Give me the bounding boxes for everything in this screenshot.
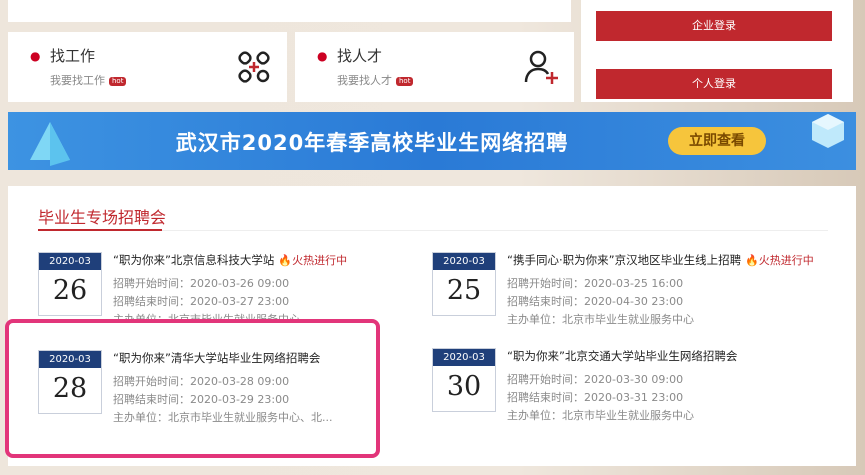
fair-title[interactable]: “职为你来”北京交通大学站毕业生网络招聘会 — [507, 348, 737, 364]
fair-end-time: 招聘结束时间：2020-03-27 23:00 — [113, 295, 290, 308]
bullet-icon: ● — [30, 49, 41, 63]
highlighted-fair-card[interactable]: 2020-03 28 “职为你来”清华大学站毕业生网络招聘会 招聘开始时间：20… — [5, 319, 380, 458]
job-grid-icon — [238, 51, 270, 83]
fair-start-time: 招聘开始时间：2020-03-26 09:00 — [113, 277, 290, 290]
fire-icon: 🔥 — [745, 254, 759, 267]
fair-start-time: 招聘开始时间：2020-03-25 16:00 — [507, 277, 684, 290]
fair-host: 主办单位：北京市毕业生就业服务中心 — [507, 409, 694, 422]
top-card-strip — [8, 0, 571, 22]
fair-end-time: 招聘结束时间：2020-03-31 23:00 — [507, 391, 684, 404]
hot-badge: hot — [109, 76, 127, 86]
date-day: 25 — [446, 275, 482, 306]
fair-host: 主办单位：北京市毕业生就业服务中心 — [507, 313, 694, 326]
fire-icon: 🔥 — [278, 254, 293, 267]
hot-badge: hot — [396, 76, 414, 86]
hot-status: 🔥火热进行中 — [278, 254, 348, 267]
personal-login-button[interactable]: 个人登录 — [596, 69, 832, 99]
date-badge: 2020-03 25 — [432, 252, 496, 316]
cube-icon — [812, 114, 844, 148]
date-badge: 2020-03 30 — [432, 348, 496, 412]
date-badge: 2020-03 28 — [38, 350, 102, 414]
find-talent-title: 找人才 — [337, 47, 383, 65]
view-now-button[interactable]: 立即查看 — [668, 127, 766, 155]
job-fair-item[interactable]: 2020-03 25 “携手同心·职为你来”京汉地区毕业生线上招聘 🔥火热进行中 … — [432, 252, 814, 332]
find-job-card[interactable]: ● 找工作 我要找工作 hot — [8, 32, 287, 102]
date-month: 2020-03 — [433, 349, 495, 366]
fair-title[interactable]: “携手同心·职为你来”京汉地区毕业生线上招聘 🔥火热进行中 — [507, 252, 814, 268]
fair-host: 主办单位：北京市毕业生就业服务中心、北... — [113, 411, 333, 424]
company-login-button[interactable]: 企业登录 — [596, 11, 832, 41]
fair-end-time: 招聘结束时间：2020-03-29 23:00 — [113, 393, 290, 406]
job-fair-item[interactable]: 2020-03 28 “职为你来”清华大学站毕业生网络招聘会 招聘开始时间：20… — [38, 350, 418, 430]
date-month: 2020-03 — [39, 253, 101, 270]
date-day: 30 — [446, 371, 482, 402]
fair-start-time: 招聘开始时间：2020-03-30 09:00 — [507, 373, 684, 386]
fair-end-time: 招聘结束时间：2020-04-30 23:00 — [507, 295, 684, 308]
find-job-subtitle: 我要找工作 hot — [50, 72, 127, 88]
job-fair-item[interactable]: 2020-03 30 “职为你来”北京交通大学站毕业生网络招聘会 招聘开始时间：… — [432, 348, 812, 428]
fair-start-time: 招聘开始时间：2020-03-28 09:00 — [113, 375, 290, 388]
fair-title[interactable]: “职为你来”清华大学站毕业生网络招聘会 — [113, 350, 320, 366]
fair-title[interactable]: “职为你来”北京信息科技大学站 🔥火热进行中 — [113, 252, 347, 268]
find-talent-subtitle: 我要找人才 hot — [337, 72, 414, 88]
bullet-icon: ● — [317, 49, 328, 63]
add-user-icon — [524, 50, 558, 84]
date-day: 28 — [52, 373, 88, 404]
date-month: 2020-03 — [433, 253, 495, 270]
date-month: 2020-03 — [39, 351, 101, 368]
date-day: 26 — [52, 275, 88, 306]
login-panel: 企业登录 个人登录 — [581, 0, 853, 102]
find-job-title: 找工作 — [50, 47, 96, 65]
find-talent-card[interactable]: ● 找人才 我要找人才 hot — [295, 32, 574, 102]
section-title: 毕业生专场招聘会 — [38, 208, 167, 227]
recruitment-banner[interactable]: 武汉市2020年春季高校毕业生网络招聘 立即查看 — [8, 112, 856, 170]
hot-status: 🔥火热进行中 — [745, 254, 814, 267]
section-underline — [38, 229, 162, 231]
date-badge: 2020-03 26 — [38, 252, 102, 316]
